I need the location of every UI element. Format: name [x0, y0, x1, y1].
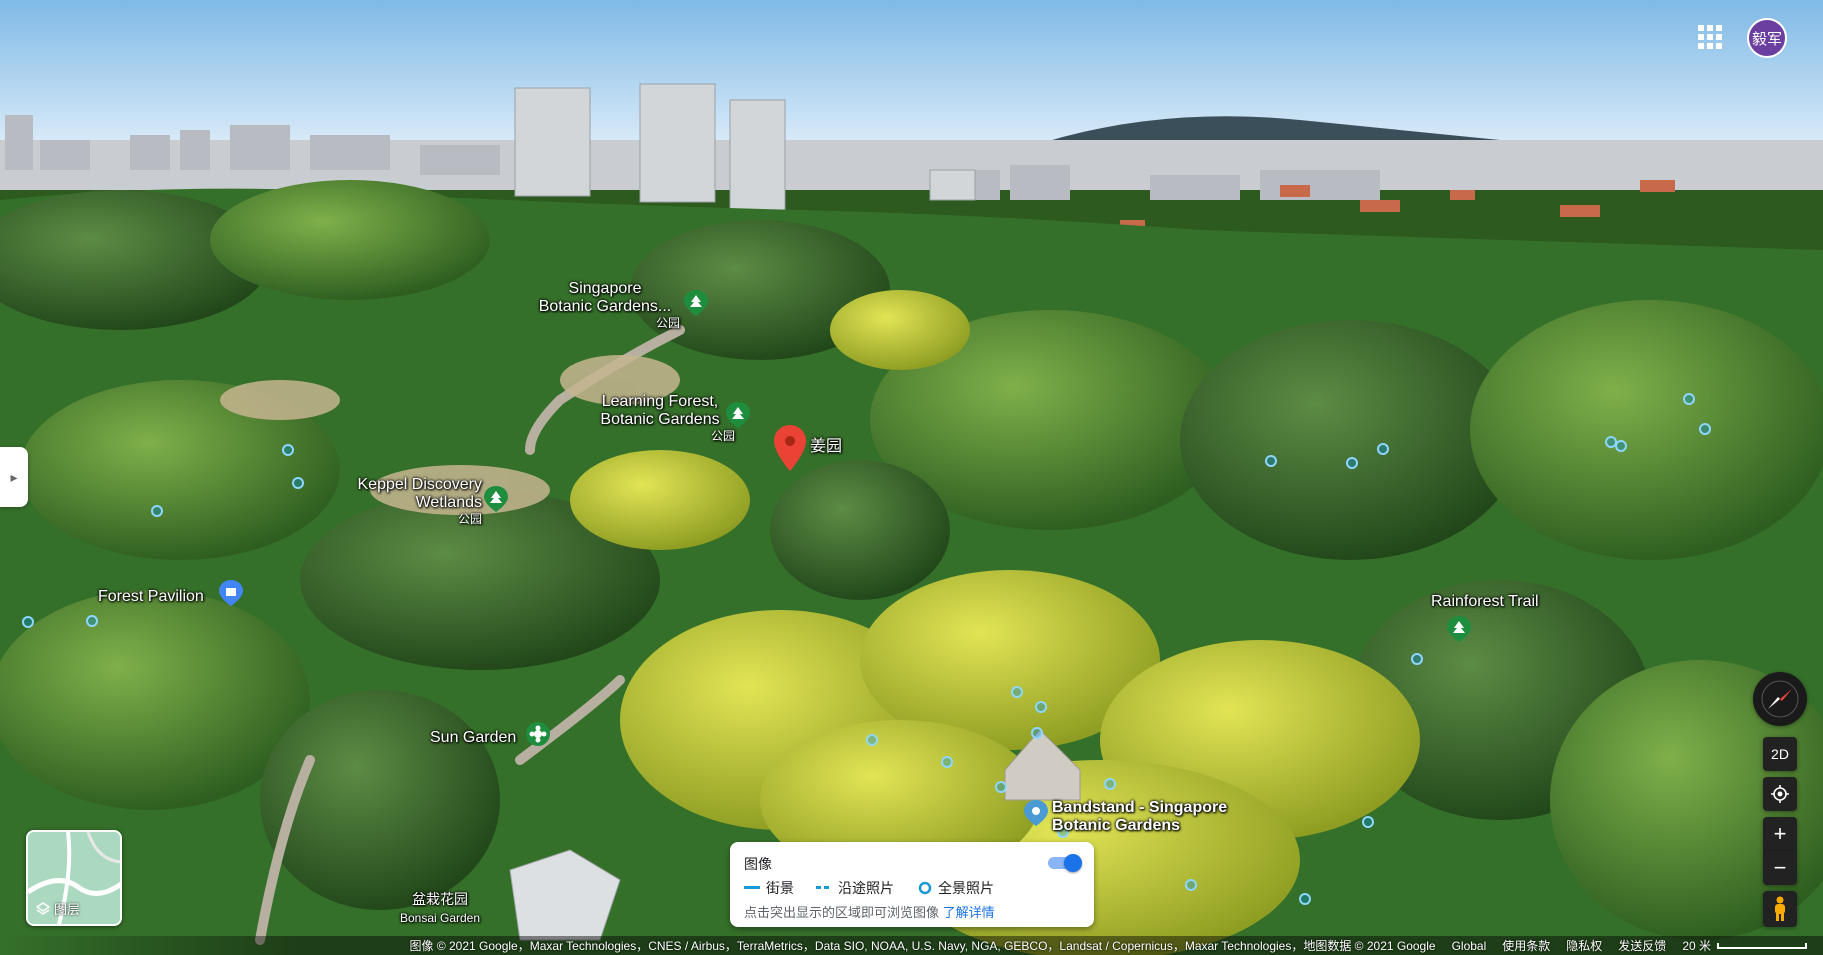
attribution-bar: 图像 © 2021 Google，Maxar Technologies，CNES…: [0, 936, 1823, 955]
park-tree-icon[interactable]: [684, 290, 708, 316]
photo-sphere-dot[interactable]: [1011, 686, 1023, 698]
label-line1: 盆栽花园: [412, 891, 468, 907]
imagery-title: 图像: [744, 856, 772, 872]
label-sub: 公园: [710, 429, 735, 443]
label-forest-pavilion[interactable]: Forest Pavilion: [98, 588, 204, 606]
panorama-circle-icon: [918, 881, 932, 895]
compass-icon: [1761, 680, 1799, 718]
layers-icon: [36, 901, 50, 915]
legend-route-photos: 沿途照片: [816, 878, 894, 898]
legend-street-view: 街景: [744, 878, 794, 898]
photo-sphere-dot[interactable]: [1411, 653, 1423, 665]
feedback-link[interactable]: 发送反馈: [1618, 937, 1666, 954]
legend-panorama-label: 全景照片: [938, 880, 994, 896]
learn-more-link[interactable]: 了解详情: [943, 905, 995, 920]
photo-sphere-dot[interactable]: [1031, 727, 1043, 739]
imagery-credits: 图像 © 2021 Google，Maxar Technologies，CNES…: [409, 939, 1436, 953]
label-sub: 公园: [655, 316, 680, 330]
label-ginger-garden[interactable]: 姜园: [810, 438, 842, 456]
photo-sphere-dot[interactable]: [1699, 423, 1711, 435]
label-learning-forest[interactable]: Learning Forest, Botanic Gardens 公园: [585, 393, 735, 443]
account-avatar[interactable]: 毅军: [1747, 18, 1787, 58]
park-tree-icon[interactable]: [484, 486, 508, 512]
label-line2: Bonsai Garden: [399, 911, 481, 925]
label-line1: Singapore: [568, 280, 642, 297]
photo-sphere-dot[interactable]: [151, 505, 163, 517]
label-sub: 公园: [457, 512, 482, 526]
photo-sphere-dot[interactable]: [22, 616, 34, 628]
bandstand-pin-icon[interactable]: [1024, 800, 1048, 826]
legend-route-label: 沿途照片: [838, 880, 894, 896]
expand-side-panel-button[interactable]: ▸: [0, 447, 28, 507]
scale-bar[interactable]: 20 米: [1682, 937, 1807, 954]
street-line-icon: [744, 886, 760, 889]
imagery-toggle[interactable]: [1048, 854, 1082, 872]
terms-link[interactable]: 使用条款: [1502, 937, 1550, 954]
park-tree-icon[interactable]: [726, 402, 750, 428]
scale-label: 20 米: [1682, 939, 1711, 953]
photo-sphere-dot[interactable]: [1265, 455, 1277, 467]
label-line2: Botanic Gardens...: [538, 298, 672, 315]
photo-sphere-dot[interactable]: [292, 477, 304, 489]
label-singapore-botanic-gardens[interactable]: Singapore Botanic Gardens... 公园: [530, 280, 680, 330]
label-rainforest-trail[interactable]: Rainforest Trail: [1431, 593, 1539, 611]
legend-panorama: 全景照片: [918, 878, 994, 898]
photo-sphere-dot[interactable]: [1377, 443, 1389, 455]
compass-button[interactable]: [1753, 672, 1807, 726]
scale-ruler: [1717, 942, 1807, 949]
photo-sphere-dot[interactable]: [866, 734, 878, 746]
layers-button[interactable]: 图层: [26, 830, 122, 926]
label-line1: Learning Forest,: [601, 393, 719, 410]
pegman-icon: [1775, 896, 1785, 921]
label-bandstand[interactable]: Bandstand - Singapore Botanic Gardens: [1052, 799, 1227, 835]
global-link[interactable]: Global: [1452, 939, 1487, 953]
zoom-out-button[interactable]: −: [1763, 851, 1797, 885]
location-pin-icon[interactable]: [774, 425, 806, 471]
label-line2: Botanic Gardens: [600, 411, 720, 428]
chevron-right-icon: ▸: [10, 468, 18, 485]
photo-sphere-dot[interactable]: [86, 615, 98, 627]
photo-sphere-dot[interactable]: [941, 756, 953, 768]
label-sun-garden[interactable]: Sun Garden: [430, 729, 516, 747]
photo-sphere-dot[interactable]: [1362, 816, 1374, 828]
label-line1: Keppel Discovery: [357, 476, 483, 493]
imagery-hint-text: 点击突出显示的区域即可浏览图像: [744, 905, 940, 920]
photo-sphere-dot[interactable]: [1185, 879, 1197, 891]
photo-sphere-dot[interactable]: [1615, 440, 1627, 452]
garden-flower-icon[interactable]: [526, 722, 550, 748]
photo-sphere-dot[interactable]: [1104, 778, 1116, 790]
label-line2: Wetlands: [415, 494, 482, 511]
imagery-hint: 点击突出显示的区域即可浏览图像 了解详情: [744, 902, 995, 921]
photo-sphere-dot[interactable]: [1605, 436, 1617, 448]
imagery-panel: 图像 街景 沿途照片 全景照片 点击突出显示的区域即可浏览图像 了解详情: [730, 842, 1094, 927]
apps-grid-icon[interactable]: [1698, 25, 1722, 49]
label-line1: Bandstand - Singapore: [1052, 799, 1228, 816]
layers-label: 图层: [54, 902, 81, 917]
label-keppel-discovery-wetlands[interactable]: Keppel Discovery Wetlands 公园: [330, 476, 483, 526]
dashed-line-icon: [816, 886, 829, 889]
my-location-icon: [1771, 785, 1789, 803]
my-location-button[interactable]: [1763, 777, 1797, 811]
photo-sphere-dot[interactable]: [1299, 893, 1311, 905]
photo-sphere-dot[interactable]: [1683, 393, 1695, 405]
label-line2: Botanic Gardens: [1052, 817, 1181, 834]
satellite-3d-scene[interactable]: [0, 0, 1823, 955]
privacy-link[interactable]: 隐私权: [1566, 937, 1602, 954]
pavilion-icon[interactable]: [219, 580, 243, 606]
pegman-street-view-button[interactable]: [1763, 891, 1797, 927]
photo-sphere-dot[interactable]: [282, 444, 294, 456]
photo-sphere-dot[interactable]: [1035, 701, 1047, 713]
park-tree-icon[interactable]: [1447, 616, 1471, 642]
label-bonsai-garden[interactable]: 盆栽花园 Bonsai Garden: [380, 890, 500, 927]
zoom-in-button[interactable]: +: [1763, 817, 1797, 851]
toggle-2d-button[interactable]: 2D: [1763, 737, 1797, 771]
legend-street-label: 街景: [766, 880, 794, 896]
photo-sphere-dot[interactable]: [1346, 457, 1358, 469]
photo-sphere-dot[interactable]: [995, 781, 1007, 793]
